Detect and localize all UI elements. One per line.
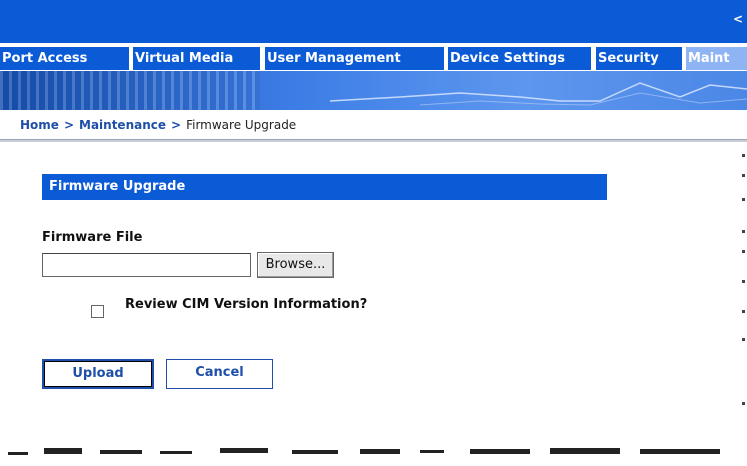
firmware-file-label: Firmware File	[42, 230, 143, 245]
cancel-button[interactable]: Cancel	[166, 359, 273, 389]
tab-security[interactable]: Security	[596, 47, 682, 70]
edge-dot	[742, 280, 745, 283]
tab-port-access[interactable]: Port Access	[0, 47, 129, 70]
tab-maintenance-label: Maint	[688, 51, 730, 66]
edge-dot	[742, 402, 745, 405]
main-nav-tabs: Port Access Virtual Media User Managemen…	[0, 45, 747, 71]
content-divider	[0, 140, 747, 142]
firmware-file-input[interactable]	[42, 253, 251, 277]
breadcrumb-home[interactable]: Home	[20, 118, 59, 132]
decorative-banner	[0, 71, 747, 110]
tab-maintenance[interactable]: Maint	[686, 47, 747, 70]
edge-dot	[742, 310, 745, 313]
tab-device-settings-label: Device Settings	[450, 51, 565, 66]
top-header-bar: <	[0, 0, 747, 43]
browse-button[interactable]: Browse...	[257, 252, 334, 278]
upload-button[interactable]: Upload	[42, 359, 154, 389]
review-cim-label: Review CIM Version Information?	[125, 297, 368, 312]
tab-user-management[interactable]: User Management	[265, 47, 444, 70]
tab-port-access-label: Port Access	[2, 51, 88, 66]
breadcrumb: Home > Maintenance > Firmware Upgrade	[0, 110, 747, 140]
tab-user-management-label: User Management	[267, 51, 401, 66]
tab-virtual-media-label: Virtual Media	[135, 51, 234, 66]
breadcrumb-separator: >	[63, 118, 74, 132]
tab-virtual-media[interactable]: Virtual Media	[133, 47, 260, 70]
edge-dot	[742, 338, 745, 341]
banner-wave-graphic	[329, 82, 747, 106]
tab-security-label: Security	[598, 51, 659, 66]
edge-dot	[742, 230, 745, 233]
footer-artifact-graphic	[8, 448, 720, 455]
breadcrumb-current: Firmware Upgrade	[186, 118, 297, 132]
review-cim-checkbox[interactable]	[91, 305, 104, 318]
header-right-glyph: <	[732, 12, 743, 26]
edge-dot	[742, 198, 745, 201]
tab-device-settings[interactable]: Device Settings	[448, 47, 591, 70]
right-edge-markers	[735, 140, 745, 420]
breadcrumb-separator: >	[171, 118, 182, 132]
edge-dot	[742, 250, 745, 253]
edge-dot	[742, 174, 745, 177]
section-title: Firmware Upgrade	[42, 174, 607, 200]
breadcrumb-maintenance[interactable]: Maintenance	[79, 118, 166, 132]
edge-dot	[742, 154, 745, 157]
